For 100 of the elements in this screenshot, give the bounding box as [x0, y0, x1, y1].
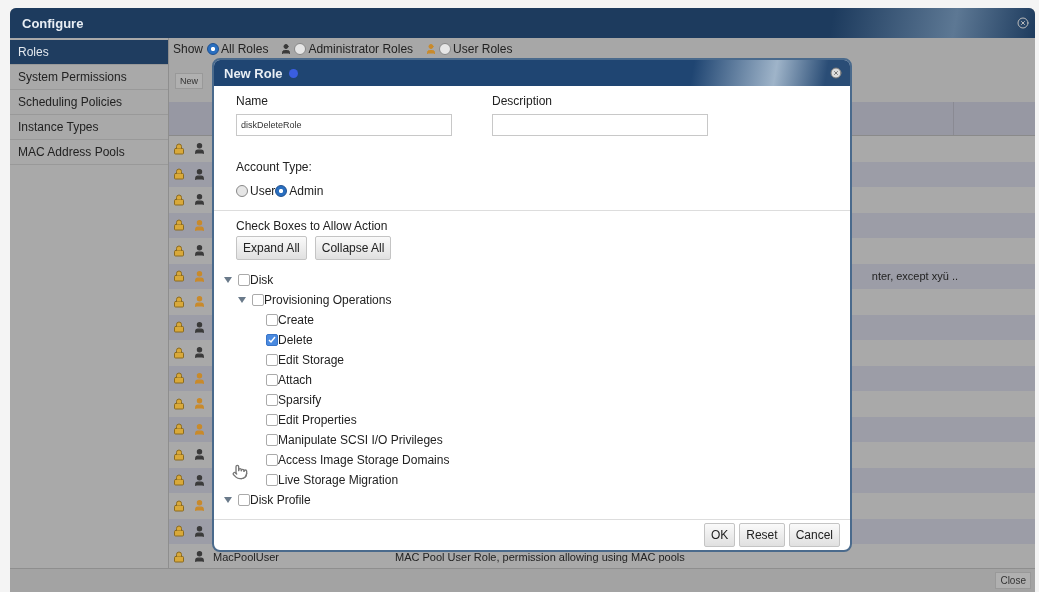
description-label: Description: [492, 94, 554, 108]
lock-icon: [173, 372, 185, 385]
lock-icon: [173, 499, 185, 512]
tree-item-label: Live Storage Migration: [278, 473, 399, 487]
user-icon: [193, 269, 206, 283]
expand-arrow-icon[interactable]: [238, 297, 246, 303]
sidebar-item[interactable]: Roles: [10, 40, 168, 65]
user-icon: [193, 422, 206, 436]
expand-arrow-icon[interactable]: [224, 497, 232, 503]
checkbox[interactable]: [266, 414, 278, 426]
tree-item-label: Create: [278, 313, 315, 327]
tree-item-label: Sparsify: [278, 393, 322, 407]
actions-label: Check Boxes to Allow Action: [236, 219, 389, 233]
sidebar-item[interactable]: Scheduling Policies: [10, 90, 168, 115]
table-cell: nter, except xyü ..: [871, 270, 958, 283]
tree-item-label: Edit Properties: [278, 413, 357, 427]
sidebar-item[interactable]: System Permissions: [10, 65, 168, 90]
lock-icon: [173, 219, 185, 232]
radio-button[interactable]: [236, 185, 248, 197]
lock-icon: [173, 550, 185, 563]
radio-label: User: [250, 184, 276, 198]
table-cell: MAC Pool User Role, permission allowing using MAC pools: [395, 550, 685, 563]
radio-button[interactable]: [439, 43, 452, 55]
lock-icon: [173, 270, 185, 283]
radio-label: User Roles: [453, 42, 513, 56]
tree-item-label: Edit Storage: [278, 353, 345, 367]
tree-button[interactable]: Collapse All: [314, 236, 392, 260]
lock-icon: [173, 142, 185, 155]
user-icon: [193, 448, 206, 462]
account-type-label: Account Type:: [236, 160, 313, 174]
user-icon: [193, 167, 206, 181]
radio-label: All Roles: [221, 42, 269, 56]
expand-arrow-icon[interactable]: [224, 277, 232, 283]
checkbox[interactable]: [266, 354, 278, 366]
radio-button[interactable]: [275, 185, 288, 197]
lock-icon: [173, 168, 185, 181]
radio-button[interactable]: [207, 43, 220, 55]
close-button[interactable]: Close: [995, 572, 1031, 589]
lock-icon: [173, 474, 185, 487]
lock-icon: [173, 423, 185, 436]
dialog-button[interactable]: OK: [703, 523, 736, 547]
checkbox[interactable]: [266, 454, 278, 466]
name-label: Name: [236, 94, 269, 108]
radio-label: Administrator Roles: [308, 42, 414, 56]
checkbox[interactable]: [266, 314, 278, 326]
lock-icon: [173, 244, 185, 257]
name-input[interactable]: diskDeleteRole: [236, 114, 452, 136]
tree-item-label: Disk Profile: [250, 493, 311, 507]
checkbox[interactable]: [266, 334, 278, 346]
radio-label: Admin: [289, 184, 324, 198]
user-icon: [193, 499, 206, 513]
user-icon: [193, 244, 206, 258]
lock-icon: [173, 321, 185, 334]
user-icon: [280, 43, 293, 55]
dialog-button[interactable]: Cancel: [788, 523, 840, 547]
close-icon[interactable]: [1017, 17, 1029, 29]
new-button[interactable]: New: [175, 73, 203, 89]
show-label: Show: [173, 42, 204, 56]
checkbox[interactable]: [238, 274, 250, 286]
user-icon: [193, 295, 206, 309]
info-dot-icon: [288, 68, 298, 78]
window-title: Configure: [22, 15, 84, 31]
user-icon: [193, 550, 206, 564]
user-icon: [425, 43, 438, 55]
close-icon[interactable]: [830, 67, 842, 79]
radio-button[interactable]: [294, 43, 307, 55]
user-icon: [193, 193, 206, 207]
hand-cursor-icon: [232, 464, 248, 480]
tree-item-label: Provisioning Operations: [264, 293, 392, 307]
user-icon: [193, 218, 206, 232]
tree-item-label: Disk: [250, 273, 274, 287]
checkbox[interactable]: [252, 294, 264, 306]
lock-icon: [173, 397, 185, 410]
dialog-button[interactable]: Reset: [739, 523, 785, 547]
user-icon: [193, 320, 206, 334]
lock-icon: [173, 448, 185, 461]
tree-item-label: Access Image Storage Domains: [278, 453, 450, 467]
dialog-title: New Role: [224, 65, 283, 81]
checkbox[interactable]: [266, 474, 278, 486]
lock-icon: [173, 346, 185, 359]
user-icon: [193, 473, 206, 487]
tree-button[interactable]: Expand All: [236, 236, 307, 260]
sidebar-item[interactable]: MAC Address Pools: [10, 140, 168, 165]
checkbox[interactable]: [266, 434, 278, 446]
description-input[interactable]: [492, 114, 708, 136]
lock-icon: [173, 525, 185, 538]
user-icon: [193, 397, 206, 411]
tree-item-label: Delete: [278, 333, 313, 347]
user-icon: [193, 524, 206, 538]
user-icon: [193, 371, 206, 385]
sidebar-item[interactable]: Instance Types: [10, 115, 168, 140]
checkbox[interactable]: [266, 374, 278, 386]
user-icon: [193, 142, 206, 156]
checkbox[interactable]: [238, 494, 250, 506]
table-cell: MacPoolUser: [213, 550, 280, 563]
lock-icon: [173, 193, 185, 206]
user-icon: [193, 346, 206, 360]
tree-item-label: Attach: [278, 373, 313, 387]
checkbox[interactable]: [266, 394, 278, 406]
lock-icon: [173, 295, 185, 308]
